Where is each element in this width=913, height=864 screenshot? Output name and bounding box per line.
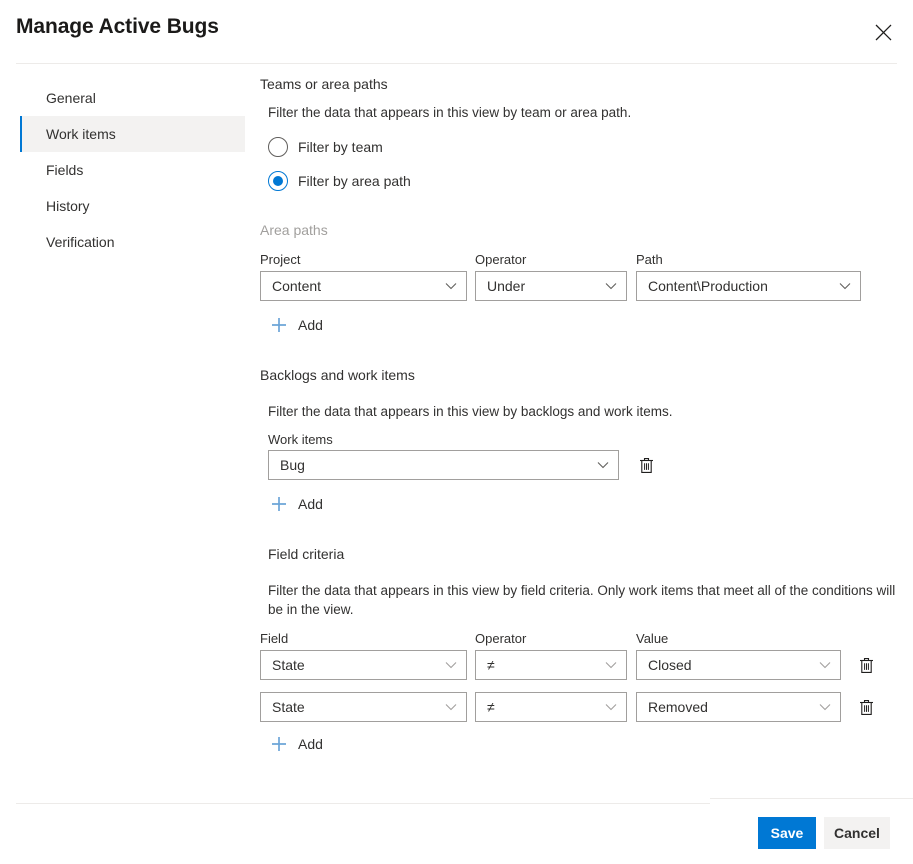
- trash-icon: [639, 457, 654, 474]
- column-header-value: Value: [636, 631, 669, 646]
- area-path-operator-value: Under: [487, 278, 526, 294]
- field-criteria-description: Filter the data that appears in this vie…: [268, 583, 896, 617]
- radio-label: Filter by team: [298, 139, 383, 155]
- area-path-operator-dropdown[interactable]: Under: [475, 271, 627, 301]
- area-paths-group-label: Area paths: [260, 222, 328, 238]
- work-items-field-label: Work items: [268, 432, 333, 447]
- chevron-down-icon: [436, 282, 466, 290]
- chevron-down-icon: [596, 703, 626, 711]
- close-button[interactable]: [861, 10, 905, 54]
- field-criteria-value-dropdown[interactable]: Removed: [636, 692, 841, 722]
- field-criteria-field-dropdown[interactable]: State: [260, 650, 467, 680]
- field-criteria-row: State ≠ Removed: [260, 692, 900, 722]
- add-label: Add: [298, 496, 323, 512]
- sidebar-item-label: History: [46, 198, 90, 214]
- field-criteria-heading: Field criteria: [268, 546, 345, 562]
- close-icon: [875, 24, 892, 41]
- trash-icon: [859, 657, 874, 674]
- plus-icon: [268, 314, 290, 336]
- chevron-down-icon: [810, 703, 840, 711]
- sidebar-item-label: Verification: [46, 234, 115, 250]
- field-criteria-operator-value: ≠: [487, 699, 495, 715]
- radio-circle-selected-icon: [268, 171, 288, 191]
- sidebar-item-label: General: [46, 90, 96, 106]
- chevron-down-icon: [436, 703, 466, 711]
- field-criteria-operator-dropdown[interactable]: ≠: [475, 692, 627, 722]
- field-criteria-field-dropdown[interactable]: State: [260, 692, 467, 722]
- chevron-down-icon: [830, 282, 860, 290]
- chevron-down-icon: [436, 661, 466, 669]
- field-criteria-field-value: State: [272, 657, 305, 673]
- work-item-value: Bug: [280, 457, 305, 473]
- area-path-project-value: Content: [272, 278, 322, 294]
- work-item-dropdown[interactable]: Bug: [268, 450, 619, 480]
- work-item-delete-button[interactable]: [630, 450, 662, 480]
- field-criteria-add-button[interactable]: Add: [268, 728, 323, 760]
- radio-filter-by-area-path[interactable]: Filter by area path: [268, 166, 900, 196]
- content-pane: Teams or area paths Filter the data that…: [260, 76, 900, 760]
- field-criteria-delete-button[interactable]: [850, 650, 882, 680]
- field-criteria-row: State ≠ Closed: [260, 650, 900, 680]
- area-paths-add-button[interactable]: Add: [268, 309, 323, 341]
- sidebar-item-label: Fields: [46, 162, 84, 178]
- column-header-operator: Operator: [475, 631, 527, 646]
- area-path-path-dropdown[interactable]: Content\Production: [636, 271, 861, 301]
- save-button[interactable]: Save: [758, 817, 816, 849]
- page-title: Manage Active Bugs: [16, 15, 219, 38]
- teams-or-area-paths-description: Filter the data that appears in this vie…: [268, 105, 632, 120]
- field-criteria-delete-button[interactable]: [850, 692, 882, 722]
- area-path-path-value: Content\Production: [648, 278, 768, 294]
- field-criteria-operator-value: ≠: [487, 657, 495, 673]
- radio-filter-by-team[interactable]: Filter by team: [268, 132, 900, 162]
- work-item-row: Bug: [268, 450, 900, 480]
- column-header-operator: Operator: [475, 252, 527, 267]
- sidebar-nav: General Work items Fields History Verifi…: [0, 80, 245, 260]
- chevron-down-icon: [588, 461, 618, 469]
- column-header-project: Project: [260, 252, 301, 267]
- add-label: Add: [298, 736, 323, 752]
- dialog-header: Manage Active Bugs: [0, 0, 913, 64]
- column-header-path: Path: [636, 252, 663, 267]
- cancel-button[interactable]: Cancel: [824, 817, 890, 849]
- sidebar-item-fields[interactable]: Fields: [0, 152, 245, 188]
- sidebar-item-history[interactable]: History: [0, 188, 245, 224]
- add-label: Add: [298, 317, 323, 333]
- plus-icon: [268, 493, 290, 515]
- column-header-field: Field: [260, 631, 289, 646]
- area-path-project-dropdown[interactable]: Content: [260, 271, 467, 301]
- field-criteria-value-value: Closed: [648, 657, 692, 673]
- field-criteria-value-value: Removed: [648, 699, 708, 715]
- radio-label: Filter by area path: [298, 173, 411, 189]
- backlogs-and-work-items-heading: Backlogs and work items: [260, 367, 415, 383]
- teams-or-area-paths-heading: Teams or area paths: [260, 76, 388, 92]
- sidebar-item-label: Work items: [46, 126, 116, 142]
- work-items-add-button[interactable]: Add: [268, 488, 323, 520]
- field-criteria-field-value: State: [272, 699, 305, 715]
- field-criteria-operator-dropdown[interactable]: ≠: [475, 650, 627, 680]
- plus-icon: [268, 733, 290, 755]
- footer-divider-right: [710, 798, 913, 799]
- chevron-down-icon: [596, 282, 626, 290]
- backlogs-and-work-items-description: Filter the data that appears in this vie…: [268, 404, 673, 419]
- field-criteria-value-dropdown[interactable]: Closed: [636, 650, 841, 680]
- sidebar-item-general[interactable]: General: [0, 80, 245, 116]
- chevron-down-icon: [810, 661, 840, 669]
- dialog-body: General Work items Fields History Verifi…: [0, 64, 913, 801]
- sidebar-item-work-items[interactable]: Work items: [20, 116, 245, 152]
- sidebar-item-verification[interactable]: Verification: [0, 224, 245, 260]
- dialog-footer: Save Cancel: [0, 804, 913, 864]
- chevron-down-icon: [596, 661, 626, 669]
- radio-circle-icon: [268, 137, 288, 157]
- trash-icon: [859, 699, 874, 716]
- area-path-row: Content Under Content\Production: [260, 271, 900, 301]
